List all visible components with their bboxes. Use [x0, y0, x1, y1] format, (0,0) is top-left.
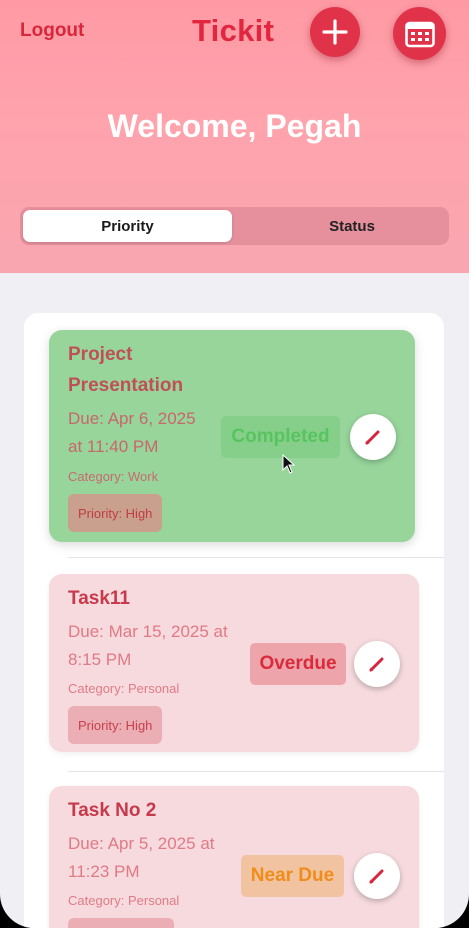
priority-badge: Priority: High [68, 494, 163, 532]
task-card[interactable]: Task No 2 Due: Apr 5, 2025 at 11:23 PM C… [49, 786, 419, 928]
status-badge: Overdue [250, 643, 346, 685]
plus-icon [322, 19, 348, 45]
task-title: Project [68, 344, 133, 365]
status-badge: Near Due [241, 855, 344, 897]
add-task-button[interactable] [310, 7, 360, 57]
priority-badge [68, 918, 174, 928]
task-due-time: 8:15 PM [68, 650, 132, 669]
task-category: Category: Personal [68, 681, 180, 696]
calendar-button[interactable] [393, 7, 446, 60]
mouse-cursor-icon [282, 454, 296, 474]
tab-status[interactable]: Status [257, 210, 447, 242]
app-title: Tickit [192, 13, 275, 48]
task-card[interactable]: Project Presentation Due: Apr 6, 2025 at… [49, 330, 415, 542]
task-due-time: 11:23 PM [68, 862, 140, 881]
task-title-line2: Presentation [68, 375, 184, 396]
welcome-heading: Welcome, Pegah [107, 108, 362, 144]
tab-priority[interactable]: Priority [23, 210, 232, 242]
divider [68, 557, 444, 558]
task-due-date: Due: Apr 6, 2025 [68, 409, 196, 428]
logout-button[interactable]: Logout [20, 20, 84, 42]
calendar-icon [404, 21, 435, 47]
app-screen: Logout Tickit Welcome, Pegah Priority St… [0, 0, 469, 928]
pencil-icon [369, 869, 384, 884]
priority-badge: Priority: High [68, 706, 163, 744]
task-title: Task11 [68, 588, 130, 609]
status-badge: Completed [221, 416, 340, 458]
task-card[interactable]: Task11 Due: Mar 15, 2025 at 8:15 PM Cate… [49, 574, 419, 752]
task-title: Task No 2 [68, 800, 157, 821]
edit-task-button[interactable] [350, 414, 396, 460]
task-category: Category: Personal [68, 893, 180, 908]
header: Logout Tickit Welcome, Pegah Priority St… [0, 0, 469, 273]
task-due-date: Due: Mar 15, 2025 at [68, 622, 228, 641]
divider [68, 771, 444, 772]
task-due-time: at 11:40 PM [68, 437, 159, 456]
pencil-icon [365, 430, 380, 445]
task-category: Category: Work [68, 469, 159, 484]
edit-task-button[interactable] [354, 853, 400, 899]
edit-task-button[interactable] [354, 641, 400, 687]
pencil-icon [369, 657, 384, 672]
task-due-date: Due: Apr 5, 2025 at [68, 834, 215, 853]
sort-segmented-control: Priority Status [20, 207, 449, 245]
